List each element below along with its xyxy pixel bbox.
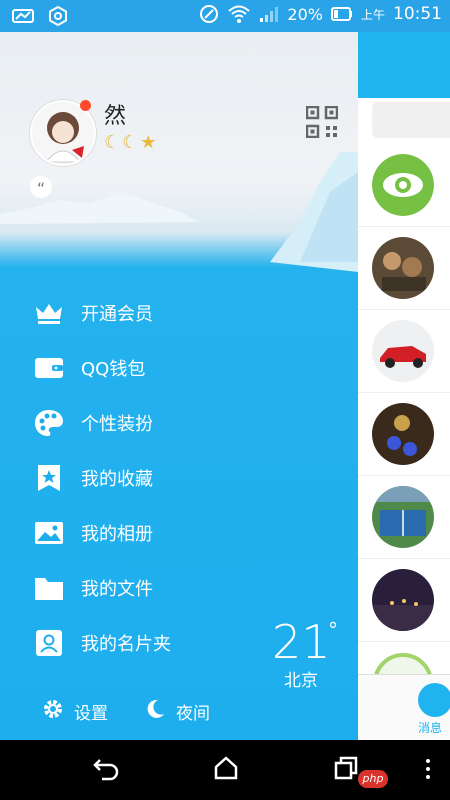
bookmark-star-icon: [33, 462, 65, 494]
menu-item-label: 开通会员: [81, 303, 153, 325]
message-notification-icon: [12, 8, 34, 24]
list-item[interactable]: [358, 559, 450, 642]
star-icon: ★: [140, 132, 157, 153]
navigation-bar: php: [0, 740, 450, 800]
moon-icon: [144, 698, 166, 725]
weather-degree: °: [328, 618, 338, 642]
menu-item-files[interactable]: 我的文件: [0, 560, 358, 615]
crown-icon: [33, 297, 65, 329]
folder-icon: [33, 572, 65, 604]
overflow-menu-button[interactable]: [424, 758, 432, 784]
battery-percentage: 20%: [287, 4, 323, 24]
menu-item-label: 我的相册: [81, 523, 153, 545]
status-bar: 20% 上午 10:51: [0, 0, 450, 32]
weather-temperature[interactable]: 21: [272, 615, 331, 669]
wifi-icon: [227, 4, 251, 24]
list-item[interactable]: [358, 144, 450, 227]
home-button[interactable]: [212, 754, 240, 786]
avatar: [372, 320, 434, 382]
back-button[interactable]: [92, 754, 120, 786]
search-input[interactable]: [372, 102, 450, 138]
contact-card-icon: [33, 627, 65, 659]
signature-quote-icon[interactable]: “: [30, 176, 52, 198]
menu-item-label: 个性装扮: [81, 413, 153, 435]
menu-item-favorites[interactable]: 我的收藏: [0, 450, 358, 505]
watermark-badge: php: [358, 770, 388, 788]
menu-item-label: 我的文件: [81, 578, 153, 600]
list-item[interactable]: [358, 476, 450, 559]
settings-button[interactable]: 设置: [42, 698, 108, 725]
menu-item-theme[interactable]: 个性装扮: [0, 395, 358, 450]
avatar: [372, 154, 434, 216]
recent-apps-icon: [334, 756, 358, 780]
weather-city[interactable]: 北京: [284, 666, 318, 691]
menu-item-wallet[interactable]: QQ钱包: [0, 340, 358, 395]
wallet-icon: [33, 352, 65, 384]
menu-item-label: 我的名片夹: [81, 633, 171, 655]
palette-icon: [33, 407, 65, 439]
list-item[interactable]: [358, 393, 450, 476]
ampm-label: 上午: [360, 7, 385, 22]
avatar: [372, 569, 434, 631]
nickname[interactable]: 然: [104, 98, 126, 130]
avatar: [372, 237, 434, 299]
moon-icon: ☾: [104, 132, 121, 153]
avatar: [372, 403, 434, 465]
avatar: [372, 486, 434, 548]
night-label: 夜间: [176, 704, 210, 724]
gear-icon: [42, 698, 64, 725]
settings-label: 设置: [74, 704, 108, 724]
home-icon: [214, 756, 238, 780]
recent-apps-button[interactable]: [332, 754, 360, 786]
hexagon-settings-icon: [48, 6, 68, 26]
qr-code-icon[interactable]: [305, 105, 339, 142]
moon-icon: ☾: [122, 132, 139, 153]
menu-item-album[interactable]: 我的相册: [0, 505, 358, 560]
tab-messages[interactable]: 消息: [358, 674, 450, 740]
menu-item-label: QQ钱包: [81, 358, 146, 380]
status-dot: [80, 100, 91, 111]
back-icon: [93, 759, 119, 781]
chat-bubble-icon: [418, 683, 450, 717]
menu-item-vip[interactable]: 开通会员: [0, 285, 358, 340]
do-not-disturb-icon: [199, 4, 219, 24]
main-panel: 消息: [358, 32, 450, 740]
night-mode-button[interactable]: 夜间: [144, 698, 210, 725]
menu-item-label: 我的收藏: [81, 468, 153, 490]
more-vertical-icon: [426, 759, 430, 779]
drawer-menu: 开通会员 QQ钱包 个性装扮 我的收藏 我的相册 我的文件 我的名片夹: [0, 285, 358, 670]
signal-icon: [259, 5, 279, 23]
photo-icon: [33, 517, 65, 549]
battery-icon: [330, 7, 353, 21]
list-item[interactable]: [358, 310, 450, 393]
list-item[interactable]: [358, 227, 450, 310]
clock-time: 10:51: [393, 4, 442, 24]
tab-messages-label: 消息: [418, 721, 443, 735]
level-icons[interactable]: ☾ ☾ ★: [104, 132, 156, 153]
main-header: [358, 32, 450, 98]
